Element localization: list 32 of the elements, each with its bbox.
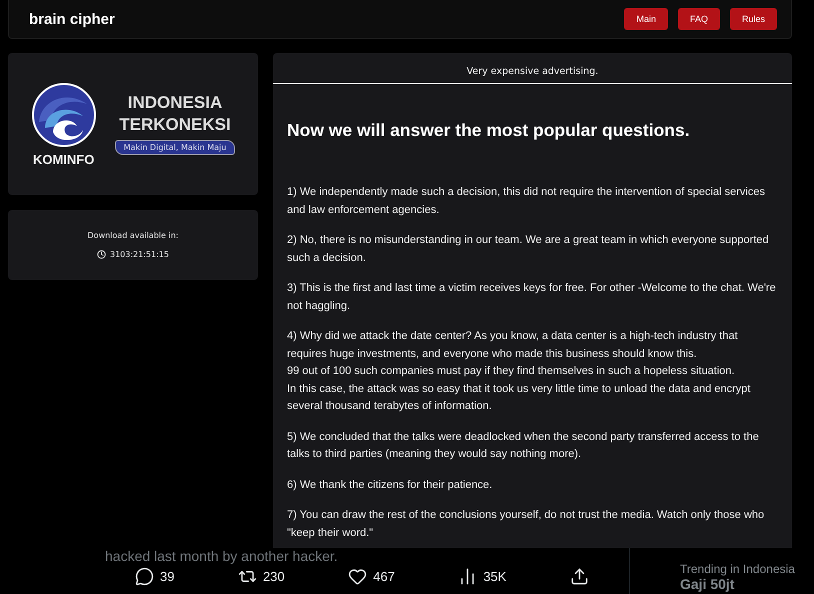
share-icon [570, 567, 589, 586]
globe-swirl-icon [30, 82, 97, 148]
speech-bubble-icon [135, 567, 154, 586]
notice-paragraph: 2) No, there is no misunderstanding in our team. We are a great team in which everyone supported such a decision. [287, 233, 770, 266]
heart-icon [348, 567, 368, 586]
site-title: brain cipher [29, 10, 115, 28]
share-button[interactable] [570, 567, 589, 586]
repost-button[interactable]: 230 [238, 567, 285, 586]
tweet-text: hacked last month by another hacker. [105, 548, 338, 565]
nav-button[interactable]: Main [624, 8, 668, 30]
logo-name: KOMINFO [32, 152, 94, 166]
countdown-time: 3103:21:51:15 [110, 250, 169, 259]
notice-paragraph: 4) Why did we attack the date center? As you know, a data center is a high-tech industry that requires huge investments, and everyone who made this business should know this. 99 out of 100 such companies must pay if they find themselves in such a hopeless situation. In this case, the attack was so easy that it took us very little time to unload the data and encrypt several thousand terabytes of information. [287, 329, 752, 414]
notice-paragraph: 6) We thank the citizens for their patience. [287, 478, 494, 492]
notice-paragraph: 3) This is the first and last time a victim receives keys for free. For other -Welcome to the chat. We're not haggling. [287, 281, 777, 314]
nav-button[interactable]: FAQ [678, 8, 720, 30]
views-button[interactable]: 35K [458, 567, 506, 586]
notice-heading: Now we will answer the most popular questions. [287, 120, 691, 141]
notice-paragraph: 7) You can draw the rest of the conclusions yourself, do not trust the media. Watch only those who "keep their word." [287, 508, 766, 540]
trending-topic[interactable]: Gaji 50jt [680, 576, 814, 592]
trending-label: Trending in Indonesia [680, 562, 796, 576]
banner-slogan: Makin Digital, Makin Maju [114, 140, 236, 156]
notice-paragraph: 1) We independently made such a decision, this did not require the intervention of special services and law enforcement agencies. [287, 185, 766, 218]
reply-button[interactable]: 39 [135, 567, 174, 586]
countdown-label: Download available in: [88, 231, 178, 240]
clock-icon [97, 250, 106, 259]
panel-caption: Very expensive advertising. [466, 65, 600, 79]
banner-headline: TERKONEKSI [119, 114, 231, 134]
like-button[interactable]: 467 [348, 567, 395, 586]
banner-headline: INDONESIA [128, 92, 222, 112]
notice-paragraph: 5) We concluded that the talks were deadlocked when the second party transferred access to the talks to third parties (meaning they would say nothing more). [287, 430, 760, 462]
nav-button[interactable]: Rules [730, 8, 777, 30]
